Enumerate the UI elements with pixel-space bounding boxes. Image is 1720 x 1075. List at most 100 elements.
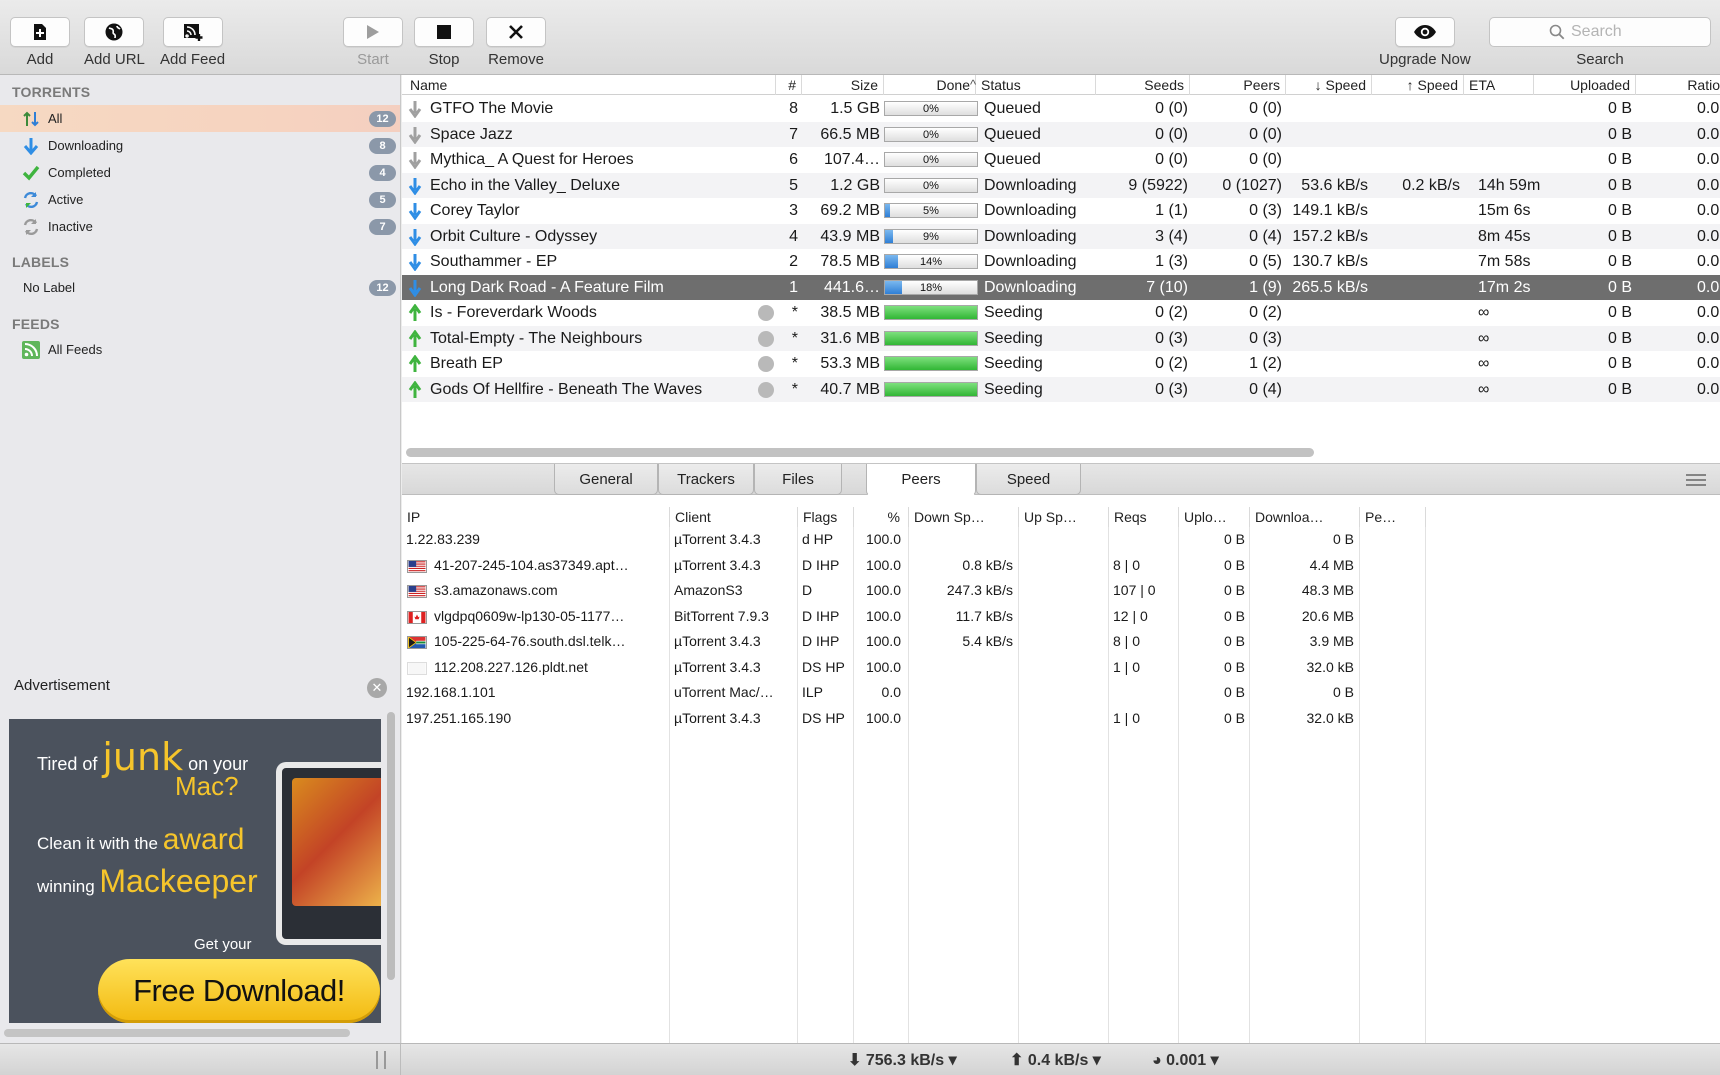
torrent-row[interactable]: Long Dark Road - A Feature Film 1 441.6… 18… <box>402 274 1720 300</box>
torrent-peers: 1 (9) <box>1249 278 1282 296</box>
peer-column-percent[interactable]: % <box>854 507 909 527</box>
torrent-size: 69.2 MB <box>820 202 880 219</box>
peer-uploaded: 0 B <box>1223 633 1245 649</box>
magnifier-icon[interactable] <box>758 330 774 347</box>
torrent-row[interactable]: Total-Empty - The Neighbours * 31.6 MB Seed… <box>402 325 1720 351</box>
peer-reqs: 8 | 0 <box>1113 556 1140 573</box>
stop-button[interactable]: Stop <box>414 17 474 68</box>
close-ad-button[interactable]: ✕ <box>367 678 387 698</box>
column-header-peers[interactable]: Peers <box>1190 75 1286 95</box>
search-icon <box>1549 24 1565 40</box>
sidebar-item-completed[interactable]: Completed 4 <box>0 159 400 186</box>
torrent-row[interactable]: Space Jazz 7 66.5 MB 0% Queued 0 (0) 0 (0) 0 B 0… <box>402 121 1720 147</box>
list-menu-icon[interactable] <box>1686 474 1706 486</box>
tab-trackers[interactable]: Trackers <box>658 464 754 495</box>
peer-column-reqs[interactable]: Reqs <box>1109 507 1179 527</box>
column-header-done[interactable]: Done <box>884 75 976 95</box>
peer-downloaded: 32.0 kB <box>1306 709 1354 726</box>
column-header-seeds[interactable]: Seeds <box>1096 75 1190 95</box>
tab-peers[interactable]: Peers <box>866 464 976 496</box>
peer-column-client[interactable]: Client <box>670 507 798 527</box>
download-speed-menu[interactable]: ⬇ 756.3 kB/s ▾ <box>848 1050 957 1070</box>
torrent-row[interactable]: Mythica_ A Quest for Heroes 6 107.4… 0% Queu… <box>402 147 1720 173</box>
torrent-down-speed <box>1274 122 1368 147</box>
ad-vertical-scrollbar[interactable] <box>387 712 395 980</box>
peer-column-peer-down[interactable]: Pe… <box>1360 507 1426 527</box>
sidebar-resize-handle[interactable] <box>376 1051 386 1069</box>
add-feed-button[interactable]: Add Feed <box>160 17 225 68</box>
torrent-row[interactable]: Orbit Culture - Odyssey 4 43.9 MB 9% Downloa… <box>402 223 1720 249</box>
torrent-size: 31.6 MB <box>820 329 880 347</box>
peer-row[interactable]: s3.amazonaws.com AmazonS3 D 100.0 247.3 kB/s… <box>402 578 1720 604</box>
add-button[interactable]: Add <box>10 17 70 68</box>
peer-row[interactable]: 41-207-245-104.as37349.apt… µTorrent 3.4.… <box>402 553 1720 579</box>
column-header-down-speed[interactable]: ↓ Speed <box>1286 75 1372 95</box>
ad-banner[interactable]: Tired of junk on your Mac? Clean it with… <box>9 719 381 1023</box>
magnifier-icon[interactable] <box>758 381 774 398</box>
torrent-horizontal-scrollbar[interactable] <box>406 448 1314 457</box>
remove-button[interactable]: Remove <box>486 17 546 68</box>
x-icon <box>509 25 523 39</box>
peer-column-up-speed[interactable]: Up Sp… <box>1019 507 1109 527</box>
ratio-menu[interactable]: ◕ 0.001 ▾ <box>1152 1050 1219 1070</box>
torrent-row[interactable]: Is - Foreverdark Woods * 38.5 MB Seeding 0 (… <box>402 300 1720 326</box>
peer-row[interactable]: vlgdpq0609w-lp130-05-1177… BitTorrent 7.9… <box>402 604 1720 630</box>
magnifier-icon[interactable] <box>758 305 774 321</box>
magnifier-icon[interactable] <box>758 356 774 372</box>
torrent-row[interactable]: Gods Of Hellfire - Beneath The Waves * 40.… <box>402 376 1720 402</box>
add-url-button[interactable]: Add URL <box>84 17 145 68</box>
search-field[interactable] <box>1489 17 1711 47</box>
tab-general[interactable]: General <box>554 464 658 495</box>
torrent-row[interactable]: Corey Taylor 3 69.2 MB 5% Downloading 1 (1) 0 … <box>402 198 1720 224</box>
torrent-row[interactable]: Echo in the Valley_ Deluxe 5 1.2 GB 0% Downl… <box>402 172 1720 198</box>
download-arrow-icon <box>408 279 422 297</box>
column-header-uploaded[interactable]: Uploaded <box>1534 75 1636 95</box>
progress-bar <box>884 381 978 397</box>
torrent-peers: 0 (3) <box>1249 329 1282 347</box>
peer-column-uploaded[interactable]: Uplo… <box>1179 507 1250 527</box>
peer-column-ip[interactable]: IP <box>402 507 670 527</box>
torrent-ratio: 0.0 <box>1697 355 1720 372</box>
column-header-size[interactable]: Size <box>802 75 884 95</box>
search-input[interactable] <box>1571 23 1651 41</box>
column-header-eta[interactable]: ETA <box>1464 75 1534 95</box>
column-header-name[interactable]: Name <box>405 75 776 95</box>
torrent-seeds: 0 (0) <box>1155 125 1188 143</box>
sidebar-item-inactive[interactable]: Inactive 7 <box>0 213 400 240</box>
upgrade-now-button[interactable]: Upgrade Now <box>1379 17 1471 68</box>
torrent-row[interactable]: Breath EP * 53.3 MB Seeding 0 (2) 1 (2) ∞ 0 B 0.… <box>402 351 1720 377</box>
ad-horizontal-scrollbar[interactable] <box>4 1029 350 1037</box>
start-button[interactable]: Start <box>343 17 403 68</box>
peer-client: µTorrent 3.4.3 <box>674 709 761 726</box>
peer-row[interactable]: 105-225-64-76.south.dsl.telk… µTorrent 3.… <box>402 629 1720 655</box>
sidebar-item-all[interactable]: All 12 <box>0 105 400 132</box>
peer-column-downloaded[interactable]: Downloa… <box>1250 507 1360 527</box>
torrent-row[interactable]: Southammer - EP 2 78.5 MB 14% Downloading 1 (… <box>402 249 1720 275</box>
peer-row[interactable]: 112.208.227.126.pldt.net µTorrent 3.4.3 DS… <box>402 655 1720 681</box>
torrent-status: Downloading <box>984 253 1077 270</box>
torrent-row[interactable]: GTFO The Movie 8 1.5 GB 0% Queued 0 (0) 0 (0) 0… <box>402 96 1720 122</box>
all-icon <box>22 110 40 128</box>
torrent-down-speed: 157.2 kB/s <box>1292 227 1368 245</box>
sidebar-item-all-feeds[interactable]: All Feeds <box>0 336 400 363</box>
torrent-queue-number: * <box>791 355 798 372</box>
column-header-up-speed[interactable]: ↑ Speed <box>1372 75 1464 95</box>
peer-row[interactable]: 1.22.83.239 µTorrent 3.4.3 d HP 100.0 0 B 0 B <box>402 527 1720 553</box>
column-header-ratio[interactable]: Ratio <box>1636 75 1720 95</box>
peer-column-down-speed[interactable]: Down Sp… <box>909 507 1019 527</box>
tab-speed[interactable]: Speed <box>976 464 1081 495</box>
tab-files[interactable]: Files <box>754 464 842 495</box>
column-header-status[interactable]: Status <box>976 75 1096 95</box>
sidebar-item-no-label[interactable]: No Label 12 <box>0 274 400 301</box>
sidebar-item-active[interactable]: Active 5 <box>0 186 400 213</box>
peer-column-flags[interactable]: Flags <box>798 507 854 527</box>
peer-row[interactable]: 197.251.165.190 µTorrent 3.4.3 DS HP 100.0 1… <box>402 706 1720 732</box>
peer-row[interactable]: 192.168.1.101 uTorrent Mac/… ILP 0.0 0 B 0 B <box>402 680 1720 706</box>
sidebar-item-downloading[interactable]: Downloading 8 <box>0 132 400 159</box>
torrent-ratio: 0.0 <box>1697 202 1720 219</box>
free-download-button[interactable]: Free Download! <box>98 959 380 1023</box>
download-arrow-icon <box>408 228 422 246</box>
upload-speed-menu[interactable]: ⬆ 0.4 kB/s ▾ <box>1010 1050 1101 1070</box>
column-header-num[interactable]: # <box>776 75 802 95</box>
peer-reqs: 107 | 0 <box>1113 582 1156 598</box>
